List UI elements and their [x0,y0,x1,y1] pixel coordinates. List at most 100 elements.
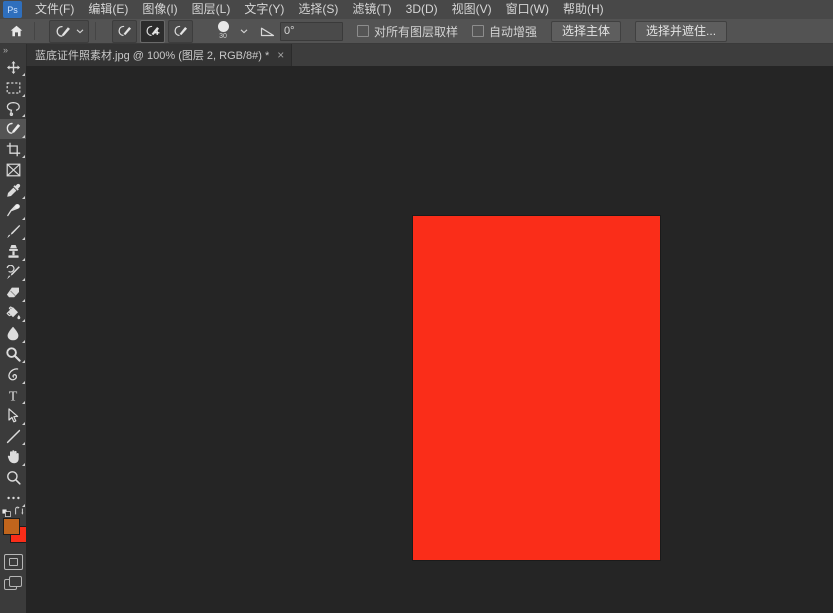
screen-mode-shape [4,575,22,590]
screen-mode-rect-front [9,575,22,587]
tool-preset-picker[interactable] [49,19,89,43]
brush-chevron-down-icon[interactable] [238,22,250,41]
brush-angle-input[interactable]: 0° [280,21,343,41]
close-icon[interactable]: × [277,49,284,61]
svg-text:Ps: Ps [7,5,18,15]
tool-healing-brush[interactable] [0,201,26,222]
photoshop-logo-icon: Ps [3,1,22,18]
swap-colors-icon[interactable] [14,505,24,515]
checkbox-box-icon [472,25,485,37]
brush-tip-preview-icon [217,21,229,32]
sample-all-layers-checkbox[interactable]: 对所有图层取样 [357,23,458,40]
brush-angle-control: 0° [260,21,343,41]
menu-file[interactable]: 文件(F) [28,0,81,19]
options-bar: 30 0° 对所有图层取样 自动增强 选择主体 选择并遮住... [0,19,833,44]
tool-more-indicator [21,216,25,220]
color-swatches [0,506,27,546]
chevron-down-icon[interactable] [74,22,86,41]
svg-text:T: T [9,390,18,403]
tool-dodge[interactable] [0,344,26,365]
selection-mode-group [112,19,196,43]
angle-icon [260,25,275,37]
tool-more-indicator [21,442,25,445]
tool-frame[interactable] [0,160,26,181]
auto-enhance-checkbox[interactable]: 自动增强 [472,23,537,40]
tool-blur[interactable] [0,324,26,345]
tool-more-indicator [21,257,25,261]
tool-crop[interactable] [0,139,26,160]
tool-more-indicator [21,360,25,363]
tool-history-brush[interactable] [0,262,26,283]
options-separator-1 [34,22,35,40]
menu-layer[interactable]: 图层(L) [185,0,238,19]
document-tab-label: 蓝底证件照素材.jpg @ 100% (图层 2, RGB/8#) * [35,50,270,62]
brush-size-picker[interactable]: 30 [208,20,238,42]
menu-3d[interactable]: 3D(D) [399,0,445,19]
tool-more-indicator [21,155,25,158]
brush-size-value: 30 [219,33,227,40]
menu-window[interactable]: 窗口(W) [499,0,556,19]
tool-more-indicator [21,298,25,302]
photoshop-window: Ps 文件(F) 编辑(E) 图像(I) 图层(L) 文字(Y) 选择(S) 滤… [0,0,833,613]
tool-pen[interactable] [0,365,26,386]
default-colors-icon[interactable] [1,506,11,517]
quick-mask-shape [3,554,23,571]
tools-panel: » T [0,44,27,613]
menu-image[interactable]: 图像(I) [135,0,184,19]
tool-more-indicator [21,339,25,343]
tool-eyedropper[interactable] [0,180,26,201]
document-tab-strip: 蓝底证件照素材.jpg @ 100% (图层 2, RGB/8#) * × [26,44,833,66]
home-icon[interactable] [4,20,28,42]
tool-more-indicator [21,134,25,138]
selection-mode-new[interactable] [112,19,137,43]
tool-more-indicator [21,237,25,240]
tool-path-selection[interactable] [0,406,26,427]
tool-type[interactable]: T [0,385,26,406]
tool-hand[interactable] [0,447,26,468]
foreground-color-swatch[interactable] [3,518,20,535]
tool-eraser[interactable] [0,283,26,304]
canvas-area[interactable] [26,66,833,613]
tool-more-indicator [21,319,25,322]
tool-more-indicator [21,196,25,199]
tool-more-indicator [21,380,25,384]
quick-selection-icon [52,22,74,41]
tool-more-indicator [21,421,25,425]
select-subject-button[interactable]: 选择主体 [551,20,622,42]
tool-move[interactable] [0,57,26,78]
sample-all-layers-label: 对所有图层取样 [374,24,459,39]
menu-select[interactable]: 选择(S) [291,0,345,19]
auto-enhance-label: 自动增强 [489,24,538,39]
tool-paint-bucket[interactable] [0,303,26,324]
document-image[interactable] [413,216,660,560]
checkbox-box-icon [357,25,369,37]
menu-help[interactable]: 帮助(H) [556,0,611,19]
quick-mask-inner [8,558,18,567]
tool-more-indicator [21,401,25,404]
tool-lasso[interactable] [0,98,26,119]
toolbar-collapse-toggle[interactable]: » [0,44,26,57]
document-tab[interactable]: 蓝底证件照素材.jpg @ 100% (图层 2, RGB/8#) * × [26,44,293,66]
menu-filter[interactable]: 滤镜(T) [345,0,398,19]
menu-bar: Ps 文件(F) 编辑(E) 图像(I) 图层(L) 文字(Y) 选择(S) 滤… [0,0,833,19]
tool-clone-stamp[interactable] [0,242,26,263]
screen-mode-icon[interactable] [0,573,26,594]
selection-mode-subtract[interactable] [168,19,193,43]
tool-more-indicator [21,93,25,97]
select-and-mask-button[interactable]: 选择并遮住... [635,20,728,42]
tool-more-indicator [21,462,25,466]
tool-rectangular-marquee[interactable] [0,78,26,99]
menu-edit[interactable]: 编辑(E) [81,0,135,19]
tool-more-indicator [21,114,25,117]
tool-zoom[interactable] [0,467,26,488]
tool-more-indicator [21,73,25,76]
tool-more-indicator [21,278,25,281]
tool-quick-selection[interactable] [0,118,26,139]
options-separator-2 [95,22,96,40]
selection-mode-add[interactable] [140,19,165,43]
menu-view[interactable]: 视图(V) [445,0,499,19]
quick-mask-icon[interactable] [0,552,26,573]
tool-line-shape[interactable] [0,426,26,447]
tool-brush[interactable] [0,221,26,242]
menu-type[interactable]: 文字(Y) [237,0,291,19]
